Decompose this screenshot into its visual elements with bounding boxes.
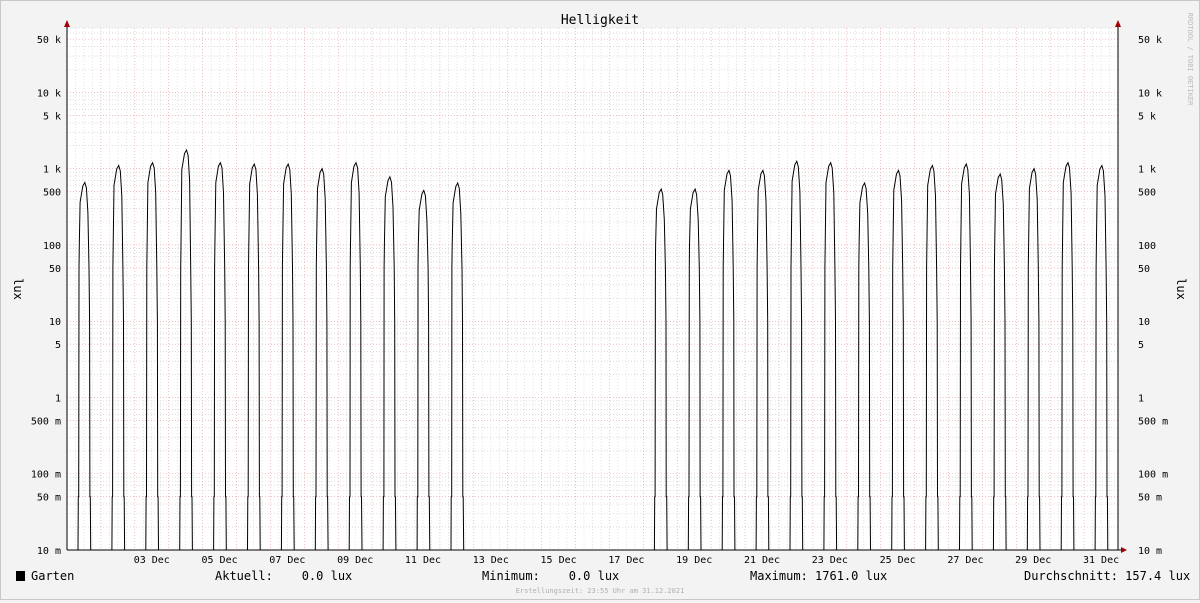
stat-maximum: Maximum: 1761.0 lux (750, 569, 888, 583)
y-tick-label-right: 500 (1138, 188, 1156, 199)
x-tick-labels: 03 Dec 05 Dec 07 Dec 09 Dec 11 Dec 13 Dec 15 D… (134, 555, 1119, 566)
legend-label-garten: Garten (31, 569, 75, 583)
x-tick-label: 19 Dec (676, 555, 712, 566)
y-axis-arrow-right (1115, 20, 1121, 27)
y-axis-arrow-left (64, 20, 70, 27)
y-tick-label-right: 10 (1138, 317, 1150, 328)
y-tick-label-right: 1 k (1138, 165, 1156, 176)
y-tick-labels-right: 10 m 50 m 100 m 500 m 1 5 10 50 100 500 1 k 5 k 10 k… (1138, 35, 1168, 557)
y-tick-label-left: 10 (49, 317, 61, 328)
x-tick-label: 17 Dec (608, 555, 644, 566)
y-tick-label-left: 5 (55, 340, 61, 351)
y-tick-label-left: 5 k (43, 111, 61, 122)
creation-time: Erstellungszeit: 23:55 Uhr am 31.12.2021 (516, 587, 685, 595)
y-tick-label-left: 50 (49, 264, 61, 275)
y-axis-label-right: lux (1174, 278, 1188, 300)
y-tick-label-left: 10 m (37, 546, 61, 557)
x-tick-label: 27 Dec (947, 555, 983, 566)
helligkeit-chart: 10 m 50 m 100 m 500 m 1 5 10 50 100 500 1 k 5 k 10 k… (11, 13, 1194, 595)
y-tick-label-right: 500 m (1138, 416, 1168, 427)
y-tick-label-left: 50 m (37, 493, 61, 504)
x-tick-label: 07 Dec (269, 555, 305, 566)
x-tick-label: 09 Dec (337, 555, 373, 566)
watermark: RRDTOOL / TOBI OETIKER (1186, 13, 1194, 107)
stat-minimum: Minimum: 0.0 lux (482, 569, 620, 583)
y-tick-label-right: 1 (1138, 393, 1144, 404)
stat-aktuell: Aktuell: 0.0 lux (215, 569, 353, 583)
y-tick-label-left: 10 k (37, 88, 61, 99)
x-tick-label: 29 Dec (1015, 555, 1051, 566)
y-tick-label-left: 50 k (37, 35, 61, 46)
y-tick-label-right: 5 (1138, 340, 1144, 351)
x-tick-label: 11 Dec (405, 555, 441, 566)
chart-title: Helligkeit (561, 13, 639, 28)
x-tick-label: 03 Dec (134, 555, 170, 566)
y-tick-label-right: 50 (1138, 264, 1150, 275)
x-tick-label: 25 Dec (880, 555, 916, 566)
y-tick-label-left: 500 m (31, 416, 61, 427)
y-tick-label-right: 100 m (1138, 470, 1168, 481)
x-tick-label: 13 Dec (473, 555, 509, 566)
y-tick-label-left: 500 (43, 188, 61, 199)
x-axis-arrow (1121, 547, 1127, 553)
legend-swatch-garten (16, 571, 25, 581)
y-tick-label-right: 50 m (1138, 493, 1162, 504)
y-axis-label-left: lux (11, 278, 25, 300)
x-tick-label: 05 Dec (202, 555, 238, 566)
y-tick-label-left: 1 (55, 393, 61, 404)
y-tick-label-right: 10 m (1138, 546, 1162, 557)
y-tick-label-left: 100 m (31, 470, 61, 481)
y-tick-label-left: 100 (43, 241, 61, 252)
x-tick-label: 23 Dec (812, 555, 848, 566)
x-tick-label: 15 Dec (541, 555, 577, 566)
chart-frame: 10 m 50 m 100 m 500 m 1 5 10 50 100 500 1 k 5 k 10 k… (0, 0, 1200, 600)
x-tick-label: 21 Dec (744, 555, 780, 566)
x-tick-label: 31 Dec (1083, 555, 1119, 566)
y-tick-labels-left: 10 m 50 m 100 m 500 m 1 5 10 50 100 500 1 k 5 k 10 k… (31, 35, 61, 557)
y-tick-label-right: 50 k (1138, 35, 1162, 46)
stat-durchschnitt: Durchschnitt: 157.4 lux (1024, 569, 1191, 583)
y-tick-label-left: 1 k (43, 165, 61, 176)
y-tick-label-right: 100 (1138, 241, 1156, 252)
y-tick-label-right: 5 k (1138, 111, 1156, 122)
y-tick-label-right: 10 k (1138, 88, 1162, 99)
